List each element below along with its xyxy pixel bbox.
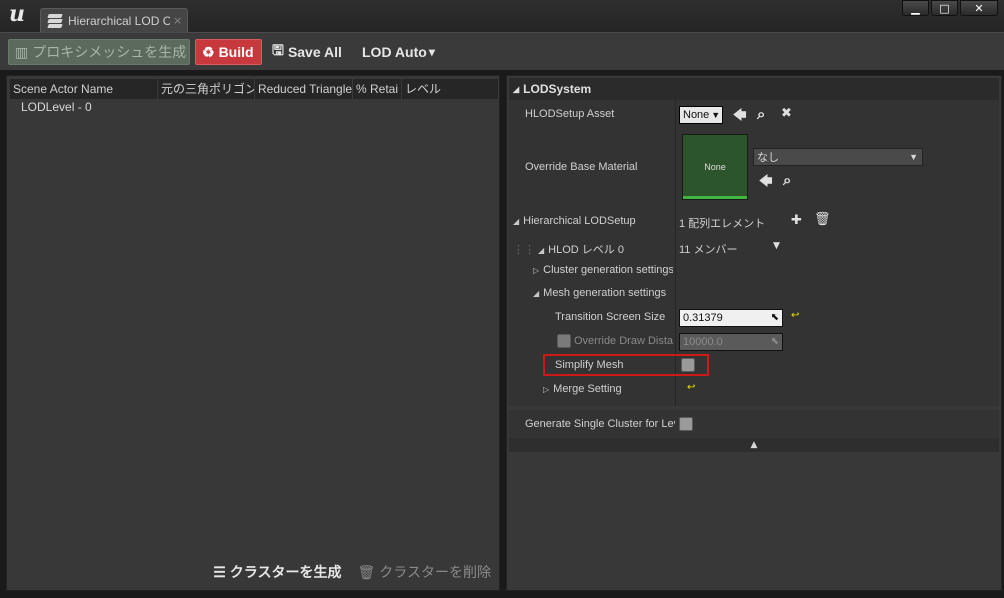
override-draw-distance-label: Override Draw Distance — [574, 335, 673, 347]
override-draw-distance-input[interactable]: 10000.0 ⬉ — [679, 333, 783, 351]
simplify-mesh-checkbox[interactable] — [681, 358, 695, 372]
cluster-actions: ☰ クラスターを生成 🗑 クラスターを削除 — [197, 562, 491, 582]
mesh-generation-settings-text: Mesh generation settings — [543, 287, 667, 299]
mesh-generation-settings-label[interactable]: ◢ Mesh generation settings — [533, 287, 673, 299]
cluster-generation-settings-label[interactable]: ▷ Cluster generation settings — [533, 264, 673, 276]
minimize-button[interactable]: ▁ — [902, 0, 929, 16]
list-item[interactable]: LODLevel - 0 — [21, 100, 92, 114]
override-base-material-label: Override Base Material — [525, 161, 638, 173]
save-all-label: Save All — [287, 44, 342, 60]
outliner-header: Scene Actor Name 元の三角ポリゴン Reduced Triang… — [10, 79, 498, 99]
material-thumbnail[interactable]: None — [682, 134, 748, 200]
material-thumbnail-bar — [683, 196, 747, 199]
override-base-material-value: なし — [757, 152, 779, 164]
close-button[interactable]: ✕ — [960, 0, 998, 16]
transition-screen-size-value: 0.31379 — [683, 312, 723, 324]
column-reduced-triangles[interactable]: Reduced Triangle — [255, 79, 353, 99]
toolbar: ▥ プロキシメッシュを生成 ♻ Build 🖫 Save All LOD Aut… — [0, 32, 1004, 70]
resize-grip-icon: ⬉ — [770, 336, 779, 347]
details-panel: ◢ LODSystem HLODSetup Asset None ▼ 🡄 ⌕ ✖… — [506, 75, 1002, 591]
override-base-material-combo[interactable]: なし ▼ — [753, 148, 923, 166]
column-level[interactable]: レベル — [402, 79, 498, 99]
tab-label: Hierarchical LOD O — [68, 13, 170, 28]
triangle-down-icon: ◢ — [513, 217, 520, 226]
hlod-level-0-text: HLOD レベル 0 — [548, 244, 624, 256]
chevron-down-icon: ▾ — [428, 45, 435, 59]
resize-grip-icon: ⬉ — [770, 312, 779, 323]
hierarchical-lod-setup-text: Hierarchical LODSetup — [523, 215, 636, 227]
generate-single-cluster-label: Generate Single Cluster for Level — [525, 418, 675, 430]
merge-setting-text: Merge Setting — [553, 383, 622, 395]
triangle-down-icon: ◢ — [533, 289, 540, 298]
hlod-outliner-panel: Scene Actor Name 元の三角ポリゴン Reduced Triang… — [6, 75, 500, 591]
recycle-icon: ♻ — [202, 43, 215, 60]
material-browse-search-icon[interactable]: ⌕ — [783, 171, 791, 189]
section-title: LODSystem — [523, 82, 592, 96]
browse-search-icon[interactable]: ⌕ — [757, 105, 765, 123]
generate-single-cluster-row: Generate Single Cluster for Level — [509, 410, 999, 438]
column-original-triangles[interactable]: 元の三角ポリゴン — [158, 79, 255, 99]
transition-screen-size-input[interactable]: 0.31379 ⬉ — [679, 309, 783, 327]
delete-clusters-label: クラスターを削除 — [379, 564, 491, 580]
tab-hierarchical-lod[interactable]: Hierarchical LOD O × — [40, 8, 188, 32]
override-draw-distance-checkbox[interactable] — [557, 334, 571, 348]
hlod-setup-asset-value: None — [683, 109, 710, 121]
collapse-arrow-icon[interactable]: ▲ — [509, 438, 999, 452]
save-icon: 🖫 — [272, 42, 284, 58]
hierarchical-lod-setup-value: 1 配列エレメント — [679, 218, 766, 230]
build-label: Build — [218, 44, 254, 60]
window-controls: ▁ □ ✕ — [900, 0, 998, 16]
delete-all-icon[interactable]: 🗑 — [814, 212, 831, 227]
add-element-icon[interactable]: ✚ — [791, 213, 802, 228]
triangle-down-icon: ◢ — [513, 84, 520, 94]
cluster-generation-settings-text: Cluster generation settings — [543, 264, 673, 276]
hlod-level-0-value: 11 メンバー — [679, 244, 738, 256]
triangle-down-icon: ◢ — [538, 246, 545, 255]
lodsystem-properties: HLODSetup Asset None ▼ 🡄 ⌕ ✖ Override Ba… — [509, 100, 999, 406]
mesh-icon: ▥ — [15, 43, 29, 60]
save-all-button[interactable]: 🖫 Save All — [266, 39, 354, 65]
hlod-setup-asset-label: HLODSetup Asset — [525, 108, 615, 120]
use-selected-arrow-icon[interactable]: 🡄 — [733, 106, 746, 128]
material-use-selected-arrow-icon[interactable]: 🡄 — [759, 172, 772, 194]
drag-handle-icon[interactable]: ⋮⋮ — [513, 244, 535, 256]
material-thumbnail-label: None — [704, 162, 726, 172]
override-draw-distance-value: 10000.0 — [683, 336, 723, 348]
clear-icon[interactable]: ✖ — [781, 106, 792, 121]
lod-auto-label: LOD Auto — [362, 44, 427, 60]
hierarchical-lod-setup-label[interactable]: ◢ Hierarchical LODSetup — [513, 215, 636, 227]
lodsystem-section-header[interactable]: ◢ LODSystem — [509, 78, 999, 100]
maximize-button[interactable]: □ — [931, 0, 958, 16]
merge-setting-label[interactable]: ▷ Merge Setting — [543, 383, 622, 395]
hlod-level-0-label[interactable]: ⋮⋮ ◢ HLOD レベル 0 — [513, 241, 624, 257]
chevron-down-icon: ▼ — [909, 152, 918, 162]
reset-to-default-icon[interactable]: ↩ — [687, 382, 695, 393]
generate-proxy-mesh-label: プロキシメッシュを生成 — [32, 44, 187, 60]
chevron-down-icon: ▼ — [711, 110, 721, 120]
delete-clusters-button[interactable]: 🗑 クラスターを削除 — [357, 562, 491, 582]
tab-close-icon[interactable]: × — [173, 14, 182, 27]
build-button[interactable]: ♻ Build — [195, 39, 262, 65]
hlod-setup-asset-combo[interactable]: None ▼ — [679, 106, 723, 124]
column-scene-actor-name[interactable]: Scene Actor Name — [10, 79, 158, 99]
transition-screen-size-label: Transition Screen Size — [555, 311, 666, 323]
unreal-logo-icon: u — [9, 1, 25, 27]
triangle-right-icon: ▷ — [543, 385, 550, 394]
simplify-mesh-label: Simplify Mesh — [555, 359, 624, 371]
chevron-down-icon[interactable]: ▼ — [773, 241, 780, 251]
generate-clusters-label: クラスターを生成 — [229, 564, 342, 580]
generate-single-cluster-checkbox[interactable] — [679, 417, 693, 431]
trash-icon: 🗑 — [357, 563, 376, 580]
title-bar: u Hierarchical LOD O × ▁ □ ✕ — [0, 0, 1004, 32]
triangle-right-icon: ▷ — [533, 266, 540, 275]
layers-icon — [47, 13, 63, 28]
reset-to-default-icon[interactable]: ↩ — [791, 310, 799, 321]
column-percent-retained[interactable]: % Retai — [353, 79, 402, 99]
generate-clusters-button[interactable]: ☰ クラスターを生成 — [213, 562, 341, 582]
generate-proxy-mesh-button[interactable]: ▥ プロキシメッシュを生成 — [8, 39, 190, 65]
lod-auto-dropdown[interactable]: LOD Auto ▾ — [356, 39, 446, 65]
list-icon: ☰ — [213, 563, 226, 580]
